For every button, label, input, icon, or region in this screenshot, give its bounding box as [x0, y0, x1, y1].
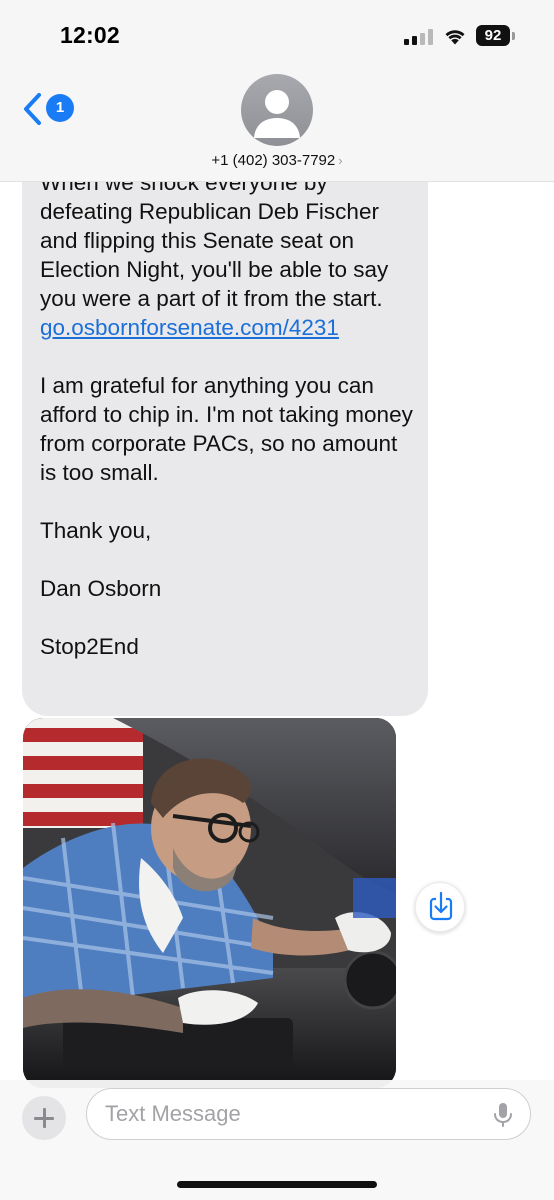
- message-closing: Thank you,: [40, 518, 152, 543]
- back-button[interactable]: 1: [22, 92, 74, 126]
- contact-avatar[interactable]: [241, 74, 313, 146]
- donation-link[interactable]: go.osbornforsenate.com/4231: [40, 315, 339, 340]
- status-time: 12:02: [60, 22, 120, 48]
- message-paragraph-1-text: defeating Republican Deb Fischer and fli…: [40, 199, 389, 311]
- attachment-image: [23, 718, 396, 1088]
- wifi-icon: [445, 30, 465, 45]
- message-composer: [0, 1080, 554, 1200]
- battery-indicator: 92: [476, 25, 510, 46]
- save-attachment-button[interactable]: [415, 882, 465, 932]
- message-opt-out: Stop2End: [40, 634, 139, 659]
- plus-icon[interactable]: [22, 1096, 66, 1140]
- message-bubble[interactable]: When we shock everyone by defeating Repu…: [22, 150, 428, 716]
- message-text: When we shock everyone by defeating Repu…: [40, 168, 418, 690]
- person-silhouette-icon: [254, 90, 300, 138]
- chevron-left-icon: [24, 93, 41, 125]
- contact-name-row[interactable]: +1 (402) 303-7792 ›: [0, 152, 554, 169]
- message-paragraph-2: I am grateful for anything you can affor…: [40, 373, 413, 485]
- microphone-icon[interactable]: [492, 1102, 514, 1128]
- cellular-signal-icon: [404, 29, 434, 45]
- home-indicator: [177, 1181, 377, 1188]
- unread-badge: 1: [46, 94, 74, 122]
- photo-attachment[interactable]: [23, 718, 396, 1088]
- save-to-photos-icon: [429, 891, 453, 921]
- text-message-input[interactable]: [105, 1098, 465, 1130]
- conversation-header: 1 +1 (402) 303-7792 ›: [0, 60, 554, 182]
- message-paragraph-1: defeating Republican Deb Fischer and fli…: [40, 197, 418, 342]
- chevron-right-icon: ›: [338, 153, 343, 168]
- message-signature: Dan Osborn: [40, 576, 162, 601]
- contact-name: +1 (402) 303-7792: [211, 152, 336, 169]
- battery-tip: [512, 32, 515, 40]
- message-input-field[interactable]: [86, 1088, 531, 1140]
- status-bar: 12:02 92: [0, 0, 554, 60]
